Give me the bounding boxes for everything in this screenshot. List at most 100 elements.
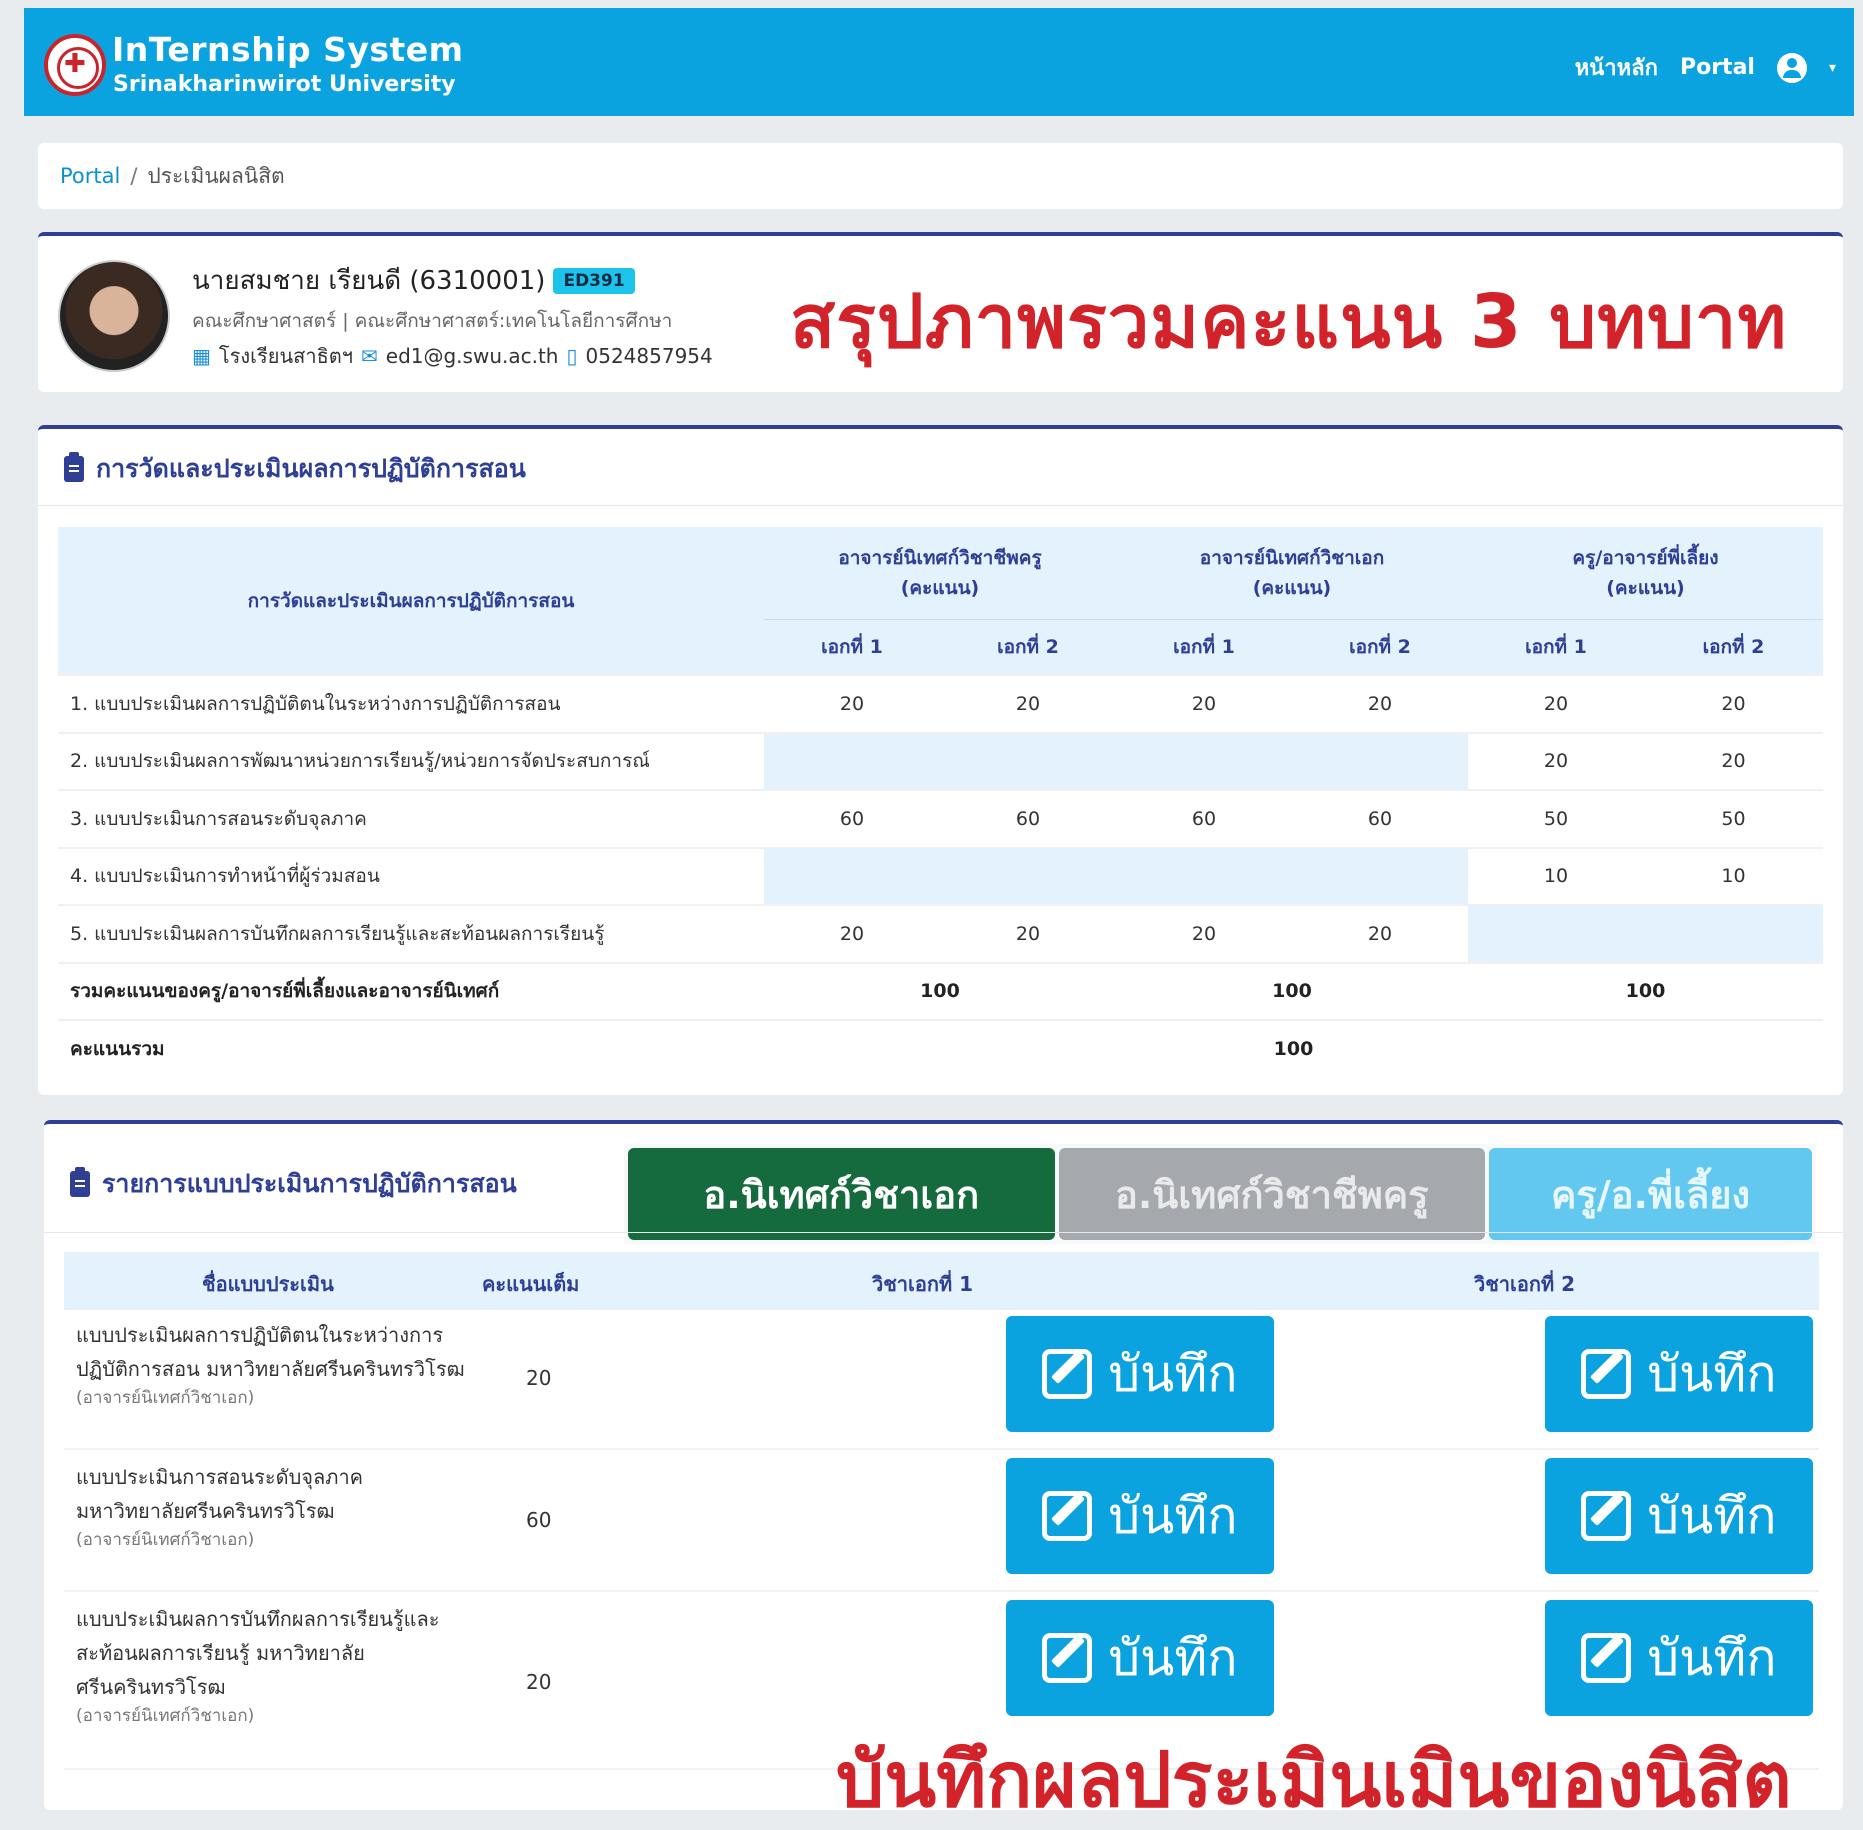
full-score: 60 [526, 1508, 552, 1532]
edit-icon [1042, 1349, 1093, 1399]
list-item: แบบประเมินผลการปฏิบัติตนในระหว่างการ ปฏิ… [64, 1310, 1819, 1450]
form-list-header: ชื่อแบบประเมิน คะแนนเต็ม วิชาเอกที่ 1 วิ… [64, 1252, 1819, 1310]
save-label: บันทึก [1108, 1344, 1238, 1403]
total-label: คะแนนรวม [58, 1019, 764, 1078]
student-name: นายสมชาย เรียนดี (6310001) [192, 266, 546, 296]
col-header-group: อาจารย์นิเทศก์วิชาชีพครู (คะแนน) [764, 527, 1116, 620]
form-list-heading-text: รายการแบบประเมินการปฏิบัติการสอน [102, 1169, 517, 1198]
full-score: 20 [526, 1670, 552, 1694]
score-cell: 20 [1644, 674, 1823, 733]
score-cell: 50 [1644, 789, 1823, 848]
save-button[interactable]: บันทึก [1545, 1600, 1813, 1716]
save-label: บันทึก [1647, 1344, 1777, 1403]
student-name-row: นายสมชาย เรียนดี (6310001) ED391 [192, 260, 635, 301]
empty-cell [764, 846, 1468, 905]
col-header-sub: เอกที่ 2 [1644, 619, 1823, 675]
row-label: 5. แบบประเมินผลการบันทึกผลการเรียนรู้และ… [58, 904, 764, 963]
tab-teaching-supervisor[interactable]: อ.นิเทศก์วิชาชีพครู [1058, 1148, 1486, 1240]
subtotal-cell: 100 [1116, 961, 1468, 1020]
col-header-sub: เอกที่ 1 [1468, 619, 1644, 675]
score-cell: 10 [1468, 846, 1644, 905]
student-faculty: คณะศึกษาศาสตร์ | คณะศึกษาศาสตร์:เทคโนโลย… [192, 310, 673, 332]
list-item: แบบประเมินการสอนระดับจุลภาค มหาวิทยาลัยศ… [64, 1452, 1819, 1592]
edit-icon [1581, 1491, 1632, 1541]
save-button[interactable]: บันทึก [1006, 1458, 1274, 1574]
save-button[interactable]: บันทึก [1006, 1600, 1274, 1716]
save-label: บันทึก [1108, 1628, 1238, 1687]
save-button[interactable]: บันทึก [1545, 1316, 1813, 1432]
save-label: บันทึก [1108, 1486, 1238, 1545]
score-cell: 60 [1116, 789, 1292, 848]
chevron-down-icon[interactable]: ▾ [1829, 60, 1836, 76]
avatar [58, 260, 170, 372]
tab-major-supervisor[interactable]: อ.นิเทศก์วิชาเอก [628, 1148, 1055, 1240]
score-cell: 20 [764, 904, 940, 963]
score-cell: 20 [940, 904, 1116, 963]
row-label: 1. แบบประเมินผลการปฏิบัติตนในระหว่างการป… [58, 674, 764, 733]
course-badge: ED391 [553, 267, 635, 294]
breadcrumb-current: ประเมินผลนิสิต [147, 163, 285, 188]
edit-icon [1042, 1491, 1093, 1541]
table-row: 5. แบบประเมินผลการบันทึกผลการเรียนรู้และ… [58, 904, 1823, 963]
form-role: (อาจารย์นิเทศก์วิชาเอก) [76, 1530, 255, 1550]
table-row: 3. แบบประเมินการสอนระดับจุลภาค 60 60 60 … [58, 789, 1823, 848]
divider [44, 1232, 1843, 1233]
score-cell: 20 [1468, 731, 1644, 790]
table-row: 4. แบบประเมินการทำหน้าที่ผู้ร่วมสอน 10 1… [58, 846, 1823, 905]
university-logo-icon[interactable] [44, 34, 106, 96]
col-header-major-2: วิชาเอกที่ 2 [1474, 1272, 1576, 1296]
role-tabs: อ.นิเทศก์วิชาเอก อ.นิเทศก์วิชาชีพครู ครู… [624, 1144, 1816, 1244]
table-row: 2. แบบประเมินผลการพัฒนาหน่วยการเรียนรู้/… [58, 731, 1823, 790]
save-button[interactable]: บันทึก [1006, 1316, 1274, 1432]
evaluation-form-list-card: รายการแบบประเมินการปฏิบัติการสอน อ.นิเทศ… [44, 1120, 1843, 1810]
col-header-full-score: คะแนนเต็ม [482, 1272, 580, 1296]
col-header-sub: เอกที่ 1 [1116, 619, 1292, 675]
empty-cell [764, 731, 1468, 790]
subtotal-row: รวมคะแนนของครู/อาจารย์พี่เลี้ยงและอาจารย… [58, 961, 1823, 1020]
breadcrumb-portal-link[interactable]: Portal [60, 164, 120, 188]
student-email: ed1@g.swu.ac.th [385, 344, 559, 368]
divider [38, 505, 1843, 506]
edit-icon [1581, 1349, 1632, 1399]
col-header-group: ครู/อาจารย์พี่เลี้ยง (คะแนน) [1468, 527, 1823, 620]
evaluation-heading-text: การวัดและประเมินผลการปฏิบัติการสอน [96, 454, 526, 483]
score-cell: 50 [1468, 789, 1644, 848]
score-cell: 20 [940, 674, 1116, 733]
score-cell: 20 [1292, 904, 1468, 963]
col-header-evaluation: การวัดและประเมินผลการปฏิบัติการสอน [58, 527, 764, 676]
clipboard-icon [70, 1167, 90, 1197]
brand-title[interactable]: InTernship System [112, 30, 464, 69]
total-cell: 100 [764, 1019, 1823, 1078]
form-name: แบบประเมินการสอนระดับจุลภาค มหาวิทยาลัยศ… [76, 1465, 364, 1550]
row-label: 2. แบบประเมินผลการพัฒนาหน่วยการเรียนรู้/… [58, 731, 764, 790]
col-header-form-name: ชื่อแบบประเมิน [202, 1272, 334, 1296]
form-role: (อาจารย์นิเทศก์วิชาเอก) [76, 1706, 255, 1726]
edit-icon [1581, 1633, 1632, 1683]
score-cell: 60 [1292, 789, 1468, 848]
nav-portal-link[interactable]: Portal [1680, 55, 1755, 80]
tab-mentor-teacher[interactable]: ครู/อ.พี่เลี้ยง [1489, 1148, 1812, 1240]
subtotal-label: รวมคะแนนของครู/อาจารย์พี่เลี้ยงและอาจารย… [58, 961, 764, 1020]
user-account-icon[interactable] [1776, 52, 1807, 83]
row-label: 3. แบบประเมินการสอนระดับจุลภาค [58, 789, 764, 848]
score-cell: 20 [1116, 674, 1292, 733]
form-name: แบบประเมินผลการบันทึกผลการเรียนรู้และ สะ… [76, 1607, 440, 1726]
total-row: คะแนนรวม 100 [58, 1019, 1823, 1078]
student-phone: 0524857954 [585, 344, 713, 368]
evaluation-section-heading: การวัดและประเมินผลการปฏิบัติการสอน [64, 449, 526, 489]
score-cell: 20 [1116, 904, 1292, 963]
subtotal-cell: 100 [764, 961, 1116, 1020]
form-role: (อาจารย์นิเทศก์วิชาเอก) [76, 1388, 255, 1408]
overlay-summary-title: สรุปภาพรวมคะแนน 3 บทบาท [790, 279, 1788, 365]
clipboard-icon [64, 452, 84, 482]
form-name: แบบประเมินผลการปฏิบัติตนในระหว่างการ ปฏิ… [76, 1323, 465, 1408]
col-header-sub: เอกที่ 2 [1292, 619, 1468, 675]
col-header-sub: เอกที่ 2 [940, 619, 1116, 675]
school-map-icon: ▦ [192, 344, 211, 368]
brand-subtitle: Srinakharinwirot University [113, 72, 456, 97]
evaluation-summary-table: การวัดและประเมินผลการปฏิบัติการสอน อาจาร… [58, 527, 1823, 1078]
form-list-heading: รายการแบบประเมินการปฏิบัติการสอน [70, 1164, 517, 1204]
score-cell: 20 [764, 674, 940, 733]
save-button[interactable]: บันทึก [1545, 1458, 1813, 1574]
nav-home-link[interactable]: หน้าหลัก [1575, 50, 1658, 85]
